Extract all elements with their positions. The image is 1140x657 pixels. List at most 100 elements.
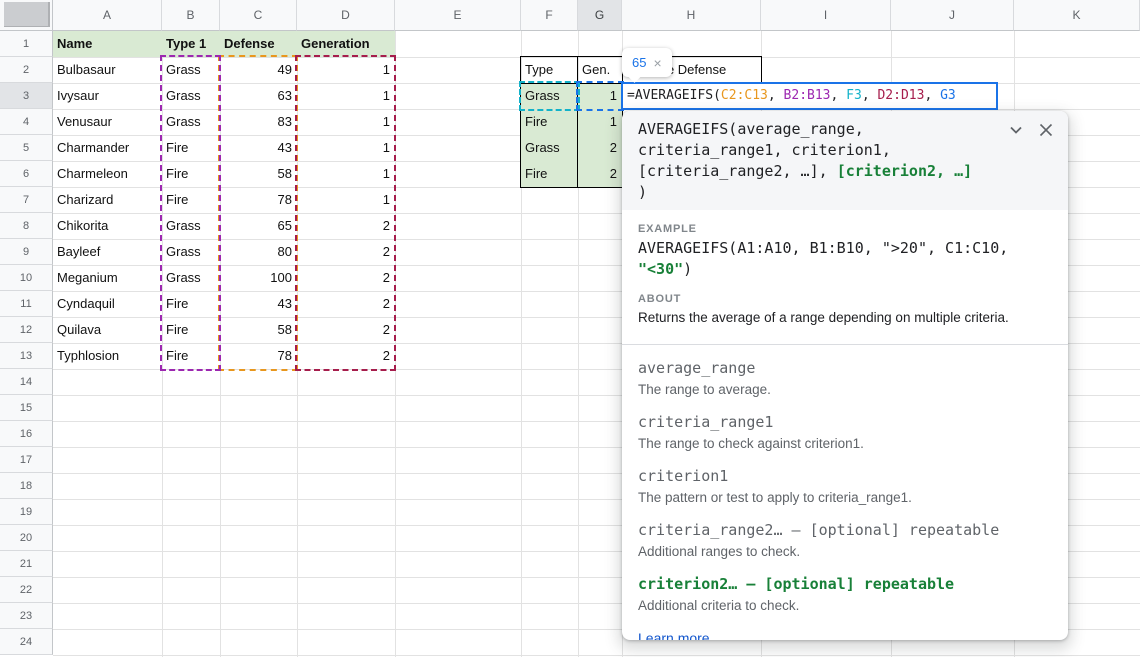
column-header-A[interactable]: A [53, 0, 162, 31]
row-header-17[interactable]: 17 [0, 447, 53, 473]
row-header-16[interactable]: 16 [0, 421, 53, 447]
row-header-22[interactable]: 22 [0, 577, 53, 603]
cell-D10[interactable]: 2 [297, 265, 395, 291]
row-header-14[interactable]: 14 [0, 369, 53, 395]
column-header-B[interactable]: B [162, 0, 220, 31]
cell-D2[interactable]: 1 [297, 57, 395, 83]
cell-G6[interactable]: 2 [578, 161, 622, 187]
row-header-20[interactable]: 20 [0, 525, 53, 551]
cell-C2[interactable]: 49 [220, 57, 297, 83]
column-header-I[interactable]: I [761, 0, 891, 31]
cell-D6[interactable]: 1 [297, 161, 395, 187]
cell-C11[interactable]: 43 [220, 291, 297, 317]
row-header-12[interactable]: 12 [0, 317, 53, 343]
cell-C1[interactable]: Defense [220, 31, 297, 57]
cell-C9[interactable]: 80 [220, 239, 297, 265]
column-header-H[interactable]: H [622, 0, 761, 31]
cell-D12[interactable]: 2 [297, 317, 395, 343]
cell-C4[interactable]: 83 [220, 109, 297, 135]
cell-B5[interactable]: Fire [162, 135, 220, 161]
cell-B8[interactable]: Grass [162, 213, 220, 239]
column-header-C[interactable]: C [220, 0, 297, 31]
row-header-7[interactable]: 7 [0, 187, 53, 213]
row-header-21[interactable]: 21 [0, 551, 53, 577]
cell-D4[interactable]: 1 [297, 109, 395, 135]
cell-G2[interactable]: Gen. [578, 57, 622, 83]
cell-C13[interactable]: 78 [220, 343, 297, 369]
row-header-8[interactable]: 8 [0, 213, 53, 239]
cell-D8[interactable]: 2 [297, 213, 395, 239]
learn-more-link[interactable]: Learn more [638, 630, 710, 640]
cell-A5[interactable]: Charmander [53, 135, 162, 161]
cell-A10[interactable]: Meganium [53, 265, 162, 291]
cell-F2[interactable]: Type [521, 57, 578, 83]
row-header-5[interactable]: 5 [0, 135, 53, 161]
row-header-11[interactable]: 11 [0, 291, 53, 317]
cell-B10[interactable]: Grass [162, 265, 220, 291]
cell-D9[interactable]: 2 [297, 239, 395, 265]
row-header-6[interactable]: 6 [0, 161, 53, 187]
select-all-corner[interactable] [0, 0, 53, 31]
cell-G3[interactable]: 1 [578, 83, 622, 109]
cell-D5[interactable]: 1 [297, 135, 395, 161]
cell-D3[interactable]: 1 [297, 83, 395, 109]
popup-close-icon[interactable] [1038, 122, 1054, 138]
preview-close-icon[interactable]: × [653, 55, 661, 71]
cell-D1[interactable]: Generation [297, 31, 395, 57]
cell-C8[interactable]: 65 [220, 213, 297, 239]
cell-A9[interactable]: Bayleef [53, 239, 162, 265]
cell-C12[interactable]: 58 [220, 317, 297, 343]
row-header-24[interactable]: 24 [0, 629, 53, 655]
cell-B7[interactable]: Fire [162, 187, 220, 213]
cell-A1[interactable]: Name [53, 31, 162, 57]
cell-A6[interactable]: Charmeleon [53, 161, 162, 187]
cell-C5[interactable]: 43 [220, 135, 297, 161]
column-header-K[interactable]: K [1014, 0, 1140, 31]
cell-B3[interactable]: Grass [162, 83, 220, 109]
cell-C3[interactable]: 63 [220, 83, 297, 109]
row-header-9[interactable]: 9 [0, 239, 53, 265]
cell-B9[interactable]: Grass [162, 239, 220, 265]
cell-C7[interactable]: 78 [220, 187, 297, 213]
column-header-F[interactable]: F [521, 0, 578, 31]
row-header-18[interactable]: 18 [0, 473, 53, 499]
cell-G5[interactable]: 2 [578, 135, 622, 161]
cell-F5[interactable]: Grass [521, 135, 578, 161]
column-header-D[interactable]: D [297, 0, 395, 31]
column-header-J[interactable]: J [891, 0, 1014, 31]
cell-A13[interactable]: Typhlosion [53, 343, 162, 369]
cell-F3[interactable]: Grass [521, 83, 578, 109]
cell-B4[interactable]: Grass [162, 109, 220, 135]
row-header-1[interactable]: 1 [0, 31, 53, 57]
cell-D7[interactable]: 1 [297, 187, 395, 213]
column-header-G[interactable]: G [578, 0, 622, 31]
cell-D11[interactable]: 2 [297, 291, 395, 317]
cell-A11[interactable]: Cyndaquil [53, 291, 162, 317]
collapse-chevron-icon[interactable] [1009, 123, 1023, 137]
cell-F6[interactable]: Fire [521, 161, 578, 187]
row-header-23[interactable]: 23 [0, 603, 53, 629]
cell-G4[interactable]: 1 [578, 109, 622, 135]
row-header-2[interactable]: 2 [0, 57, 53, 83]
row-header-3[interactable]: 3 [0, 83, 53, 109]
cell-B2[interactable]: Grass [162, 57, 220, 83]
row-header-19[interactable]: 19 [0, 499, 53, 525]
cell-A8[interactable]: Chikorita [53, 213, 162, 239]
cell-C6[interactable]: 58 [220, 161, 297, 187]
cell-A4[interactable]: Venusaur [53, 109, 162, 135]
cell-B12[interactable]: Fire [162, 317, 220, 343]
row-header-4[interactable]: 4 [0, 109, 53, 135]
cell-A12[interactable]: Quilava [53, 317, 162, 343]
row-header-13[interactable]: 13 [0, 343, 53, 369]
cell-B1[interactable]: Type 1 [162, 31, 220, 57]
formula-cell-editor[interactable]: =AVERAGEIFS(C2:C13, B2:B13, F3, D2:D13, … [621, 82, 998, 110]
cell-B11[interactable]: Fire [162, 291, 220, 317]
column-header-E[interactable]: E [395, 0, 521, 31]
cell-C10[interactable]: 100 [220, 265, 297, 291]
row-header-10[interactable]: 10 [0, 265, 53, 291]
cell-A7[interactable]: Charizard [53, 187, 162, 213]
cell-B6[interactable]: Fire [162, 161, 220, 187]
cell-B13[interactable]: Fire [162, 343, 220, 369]
cell-D13[interactable]: 2 [297, 343, 395, 369]
row-header-15[interactable]: 15 [0, 395, 53, 421]
